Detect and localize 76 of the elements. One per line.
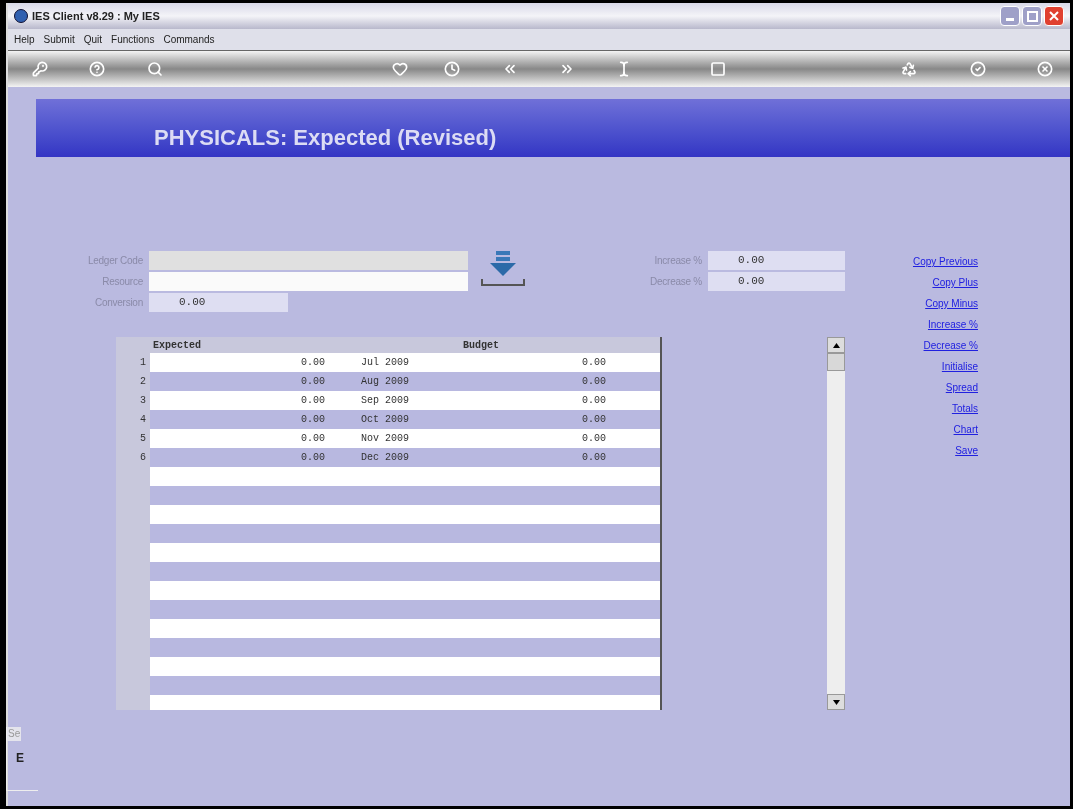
action-link[interactable]: Chart xyxy=(953,422,978,437)
menu-item[interactable]: Submit xyxy=(43,32,75,47)
action-link[interactable]: Increase % xyxy=(927,317,978,332)
scroll-up-icon[interactable] xyxy=(832,342,840,348)
action-link[interactable]: Copy Plus xyxy=(932,275,978,290)
table-row[interactable]: 0.00 Dec 2009 0.00 xyxy=(150,448,660,467)
menu-item[interactable]: Commands xyxy=(163,32,215,47)
page-title: PHYSICALS: Expected (Revised) xyxy=(154,123,497,152)
heart-icon[interactable] xyxy=(392,61,408,77)
period-cell-text: Sep 2009 xyxy=(361,394,410,408)
key-icon[interactable] xyxy=(32,61,48,77)
panel-letter: E xyxy=(16,750,24,767)
window-title: IES Client v8.29 : My IES xyxy=(32,8,160,24)
recycle-icon[interactable] xyxy=(901,61,917,77)
scrollbar[interactable] xyxy=(827,337,845,710)
scroll-down-icon[interactable] xyxy=(832,699,840,705)
increase-field[interactable]: 0.00 xyxy=(708,250,845,270)
menu-item[interactable]: Help xyxy=(14,32,35,47)
row-number: 2 xyxy=(139,375,147,389)
menu-item[interactable]: Quit xyxy=(83,32,103,47)
action-link[interactable]: Initialise xyxy=(941,359,978,374)
maximize-icon xyxy=(1026,10,1038,22)
clock-icon[interactable] xyxy=(444,61,460,77)
column-header: Budget xyxy=(463,338,499,353)
resource-field[interactable] xyxy=(149,271,468,291)
minimize-icon xyxy=(1006,18,1014,21)
expected-cell-text: 0.00 xyxy=(300,413,325,427)
close-icon[interactable] xyxy=(1037,61,1053,77)
period-cell-text: Dec 2009 xyxy=(361,451,410,465)
ledger-code-field[interactable] xyxy=(149,250,468,270)
action-link[interactable]: Copy Previous xyxy=(912,254,978,269)
close-button[interactable] xyxy=(1044,6,1064,26)
row-number: 4 xyxy=(139,413,147,427)
budget-cell-text: 0.00 xyxy=(582,394,606,408)
action-link[interactable]: Decrease % xyxy=(923,338,978,353)
row-number: 5 xyxy=(139,432,147,446)
app-icon xyxy=(14,9,28,23)
action-link[interactable]: Copy Minus xyxy=(925,296,978,311)
period-cell-text: Jul 2009 xyxy=(361,356,410,370)
budget-cell-text: 0.00 xyxy=(582,375,606,389)
minimize-button[interactable] xyxy=(1000,6,1020,26)
action-link[interactable]: Spread xyxy=(945,380,978,395)
table-row[interactable]: 0.00 Jul 2009 0.00 xyxy=(150,353,660,372)
column-header: Expected xyxy=(153,338,202,353)
expected-cell-text: 0.00 xyxy=(300,356,325,370)
conversion-field[interactable]: 0.00 xyxy=(149,292,288,312)
table-row[interactable]: 0.00 Oct 2009 0.00 xyxy=(150,410,660,429)
table-row[interactable]: 0.00 Sep 2009 0.00 xyxy=(150,391,660,410)
budget-cell-text: 0.00 xyxy=(582,356,606,370)
scroll-thumb[interactable] xyxy=(827,353,845,371)
expected-cell-text: 0.00 xyxy=(300,451,325,465)
budget-cell-text: 0.00 xyxy=(582,451,606,465)
maximize-button[interactable] xyxy=(1022,6,1042,26)
period-cell-text: Nov 2009 xyxy=(361,432,410,446)
row-number: 1 xyxy=(139,356,147,370)
field-label: Resource xyxy=(101,274,144,289)
expected-cell-text: 0.00 xyxy=(300,394,325,408)
check-icon[interactable] xyxy=(970,61,986,77)
table-row[interactable]: 0.00 Aug 2009 0.00 xyxy=(150,372,660,391)
row-number: 3 xyxy=(139,394,147,408)
budget-cell-text: 0.00 xyxy=(582,432,606,446)
decrease-field[interactable]: 0.00 xyxy=(708,271,845,291)
action-link[interactable]: Totals xyxy=(951,401,978,416)
square-icon[interactable] xyxy=(710,61,726,77)
help-icon[interactable] xyxy=(89,61,105,77)
action-link[interactable]: Save xyxy=(955,443,978,458)
period-cell-text: Aug 2009 xyxy=(361,375,410,389)
table-row[interactable]: 0.00 Nov 2009 0.00 xyxy=(150,429,660,448)
row-number: 6 xyxy=(139,451,147,465)
period-cell-text: Oct 2009 xyxy=(361,413,410,427)
expected-cell-text: 0.00 xyxy=(300,432,325,446)
menu-item[interactable]: Functions xyxy=(111,32,155,47)
close-icon xyxy=(1049,11,1059,21)
expected-cell-text: 0.00 xyxy=(300,375,325,389)
search-icon[interactable] xyxy=(147,61,163,77)
budget-cell-text: 0.00 xyxy=(582,413,606,427)
